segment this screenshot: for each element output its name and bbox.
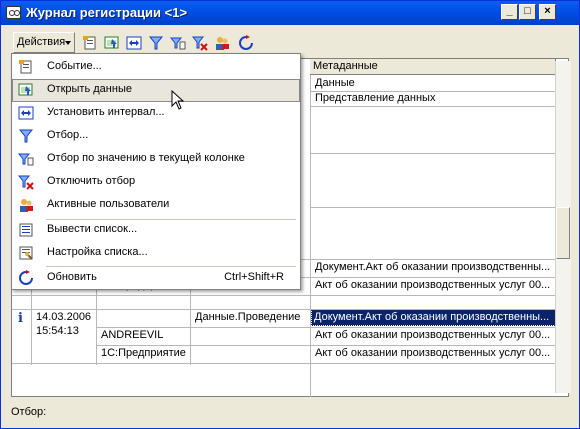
menu-item-label: Установить интервал... — [47, 106, 165, 118]
table-row-time[interactable]: 15:54:13 — [33, 324, 96, 338]
actions-button[interactable]: Действия — [13, 32, 75, 53]
filter-by-value-icon — [17, 151, 34, 167]
app-icon — [6, 6, 21, 19]
event-icon — [18, 59, 34, 75]
actions-menu: Событие... Открыть данные Установить инт… — [11, 53, 301, 290]
interval-icon[interactable] — [125, 34, 142, 51]
filter-icon[interactable] — [147, 34, 164, 51]
event-icon[interactable] — [81, 34, 98, 51]
title-bar[interactable]: Журнал регистрации <1> _ □ × — [1, 1, 579, 25]
menu-item-label: Отбор... — [47, 129, 89, 141]
table-row[interactable]: Документ.Акт об оказании производственны… — [312, 259, 556, 276]
toolbar: Действия — [11, 31, 273, 55]
column-header-metadata[interactable]: Метаданные — [310, 59, 556, 75]
table-row[interactable]: Акт об оказании производственных услуг 0… — [312, 327, 556, 344]
disable-filter-icon[interactable] — [191, 34, 208, 51]
table-row-event[interactable]: Данные.Проведение — [192, 309, 310, 326]
chevron-down-icon — [65, 41, 71, 45]
menu-item-label: Открыть данные — [47, 83, 132, 95]
active-users-icon — [18, 197, 34, 213]
filter-icon — [18, 128, 34, 144]
open-data-icon[interactable] — [103, 34, 120, 51]
info-icon: i — [18, 311, 23, 326]
menu-item-label: Активные пользователи — [47, 198, 170, 210]
metadata-header-row: Представление данных — [315, 92, 436, 104]
interval-icon — [18, 105, 34, 121]
window-title: Журнал регистрации <1> — [26, 5, 188, 20]
table-row-selected[interactable]: Документ.Акт об оказании производственны… — [311, 309, 556, 326]
menu-item-active-users[interactable]: Активные пользователи — [12, 194, 300, 217]
mouse-cursor-icon — [171, 89, 185, 110]
menu-item-refresh[interactable]: Обновить Ctrl+Shift+R — [12, 267, 300, 290]
open-data-icon — [18, 82, 34, 98]
menu-item-output-list[interactable]: Вывести список... — [12, 219, 300, 242]
menu-item-disable-filter[interactable]: Отключить отбор — [12, 171, 300, 194]
maximize-button[interactable]: □ — [519, 4, 536, 20]
active-users-icon[interactable] — [213, 34, 230, 51]
refresh-icon — [18, 270, 34, 286]
disable-filter-icon — [17, 174, 34, 190]
menu-item-list-settings[interactable]: Настройка списка... — [12, 242, 300, 265]
table-row-date[interactable]: 14.03.2006 — [33, 310, 96, 324]
actions-label: Действия — [17, 36, 66, 48]
menu-item-set-interval[interactable]: Установить интервал... — [12, 102, 300, 125]
refresh-icon[interactable] — [237, 34, 254, 51]
menu-item-label: Обновить — [47, 271, 97, 283]
table-row[interactable]: Акт об оказании производственных услуг 0… — [312, 277, 556, 294]
menu-item-event[interactable]: Событие... — [12, 56, 300, 79]
filter-by-value-icon[interactable] — [169, 34, 186, 51]
menu-item-filter-by-value[interactable]: Отбор по значению в текущей колонке — [12, 148, 300, 171]
table-row-user[interactable]: ANDREEVIL — [98, 327, 190, 344]
filter-status-label: Отбор: — [11, 406, 47, 418]
event-log-window: Журнал регистрации <1> _ □ × Действия Ме… — [0, 0, 580, 429]
scrollbar-thumb[interactable] — [556, 207, 570, 259]
menu-item-label: Вывести список... — [47, 223, 138, 235]
menu-item-label: Настройка списка... — [47, 246, 148, 258]
menu-item-shortcut: Ctrl+Shift+R — [224, 271, 284, 283]
menu-item-open-data[interactable]: Открыть данные — [12, 79, 300, 102]
menu-item-label: Событие... — [47, 60, 102, 72]
close-button[interactable]: × — [539, 4, 556, 20]
output-list-icon — [18, 222, 34, 238]
table-row[interactable]: Акт об оказании производственных услуг 0… — [312, 345, 556, 362]
menu-item-label: Отключить отбор — [47, 175, 136, 187]
menu-item-filter[interactable]: Отбор... — [12, 125, 300, 148]
minimize-button[interactable]: _ — [501, 4, 518, 20]
table-row-user[interactable]: 1С:Предприятие — [98, 345, 190, 362]
list-settings-icon — [18, 245, 34, 261]
menu-item-label: Отбор по значению в текущей колонке — [47, 152, 245, 164]
